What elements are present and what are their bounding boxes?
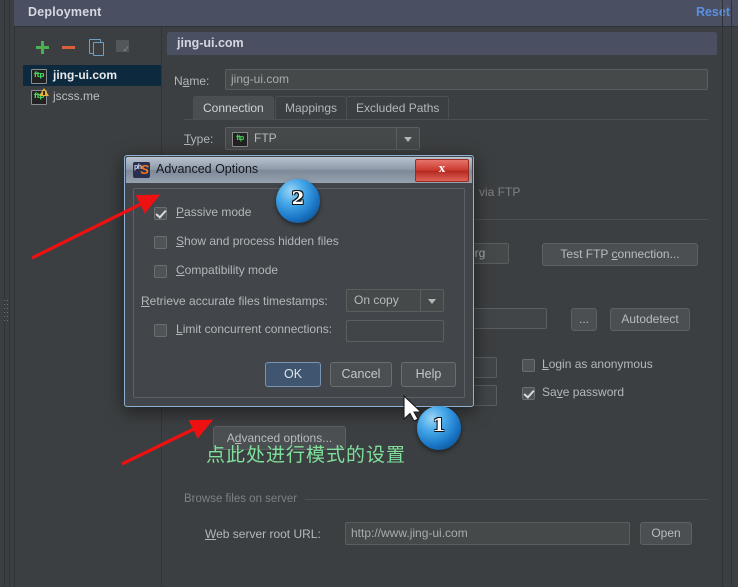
limit-connections-label[interactable]: Limit concurrent connections: [176, 322, 332, 336]
compatibility-mode-checkbox[interactable] [154, 265, 167, 278]
chevron-down-icon[interactable] [396, 128, 419, 149]
tab-excluded-paths[interactable]: Excluded Paths [346, 96, 450, 119]
autodetect-button[interactable]: Autodetect [610, 308, 690, 331]
server-list: ftp jing-ui.com ftp jscss.me [23, 65, 161, 107]
close-icon[interactable] [415, 159, 469, 182]
compatibility-mode-label[interactable]: Compatibility mode [176, 263, 278, 277]
browse-section-label: Browse files on server [184, 493, 298, 505]
hidden-files-label[interactable]: Show and process hidden files [176, 234, 339, 248]
copy-icon [89, 39, 104, 56]
type-value: FTP [254, 131, 277, 145]
step-badge-1-number: 1 [432, 415, 446, 436]
minus-icon [62, 46, 75, 49]
server-item-jscss[interactable]: ftp jscss.me [23, 86, 161, 107]
detail-card-header: jing-ui.com [167, 32, 717, 55]
chevron-down-icon[interactable] [420, 290, 443, 311]
type-select[interactable]: ftp FTP [225, 127, 420, 150]
phpstorm-icon: ph S [133, 162, 150, 178]
test-connection-button[interactable]: Test FTP connection... [542, 243, 698, 266]
server-item-label: jing-ui.com [53, 68, 117, 82]
limit-connections-input[interactable] [346, 320, 444, 342]
limit-connections-checkbox[interactable] [154, 324, 167, 337]
right-edge-line-1 [722, 0, 723, 587]
name-input[interactable]: jing-ui.com [225, 69, 708, 90]
left-splitter-strip [0, 0, 15, 587]
annotation-note: 点此处进行模式的设置 [206, 444, 407, 466]
name-label: Name: [174, 74, 210, 88]
copy-server-button[interactable] [85, 37, 107, 57]
strip-line-1 [4, 0, 5, 587]
hidden-files-checkbox[interactable] [154, 236, 167, 249]
timestamps-select[interactable]: On copy [346, 289, 444, 312]
save-password-checkbox[interactable] [522, 387, 535, 400]
step-badge-1: 1 [417, 406, 461, 450]
web-root-label: Web server root URL: [205, 527, 321, 541]
detail-card-title: jing-ui.com [177, 36, 244, 50]
server-item-jing-ui[interactable]: ftp jing-ui.com [23, 65, 161, 86]
type-label: Type: [184, 132, 214, 146]
timestamps-value: On copy [354, 293, 399, 307]
section-divider [462, 219, 708, 220]
tab-underline [184, 119, 708, 120]
upload-hint-text: via FTP [479, 185, 521, 199]
web-root-input[interactable]: http://www.jing-ui.com [345, 522, 630, 545]
step-badge-2-number: 2 [291, 188, 305, 209]
timestamps-label: Retrieve accurate files timestamps: [141, 294, 328, 308]
open-button[interactable]: Open [640, 522, 692, 545]
add-server-button[interactable] [33, 37, 55, 57]
passive-mode-label[interactable]: Passive mode [176, 205, 251, 219]
login-anonymous-label[interactable]: Login as anonymous [542, 357, 653, 371]
remove-server-button[interactable] [59, 37, 81, 57]
ok-button[interactable]: OK [265, 362, 321, 387]
window-title-bar: Deployment Reset [14, 0, 738, 27]
reset-link[interactable]: Reset [696, 5, 730, 19]
tab-mappings[interactable]: Mappings [275, 96, 348, 119]
right-edge-line-2 [731, 0, 732, 587]
splitter-handle[interactable] [4, 300, 10, 328]
save-password-label[interactable]: Save password [542, 385, 624, 399]
browse-section-divider [305, 499, 708, 500]
plus-icon [36, 41, 49, 54]
cancel-button[interactable]: Cancel [330, 362, 392, 387]
page-title: Deployment [28, 5, 102, 19]
tab-connection[interactable]: Connection [193, 96, 274, 119]
app-root: Deployment Reset ftp jing-ui.com [0, 0, 738, 587]
ftp-icon: ftp [232, 132, 248, 147]
help-button[interactable]: Help [401, 362, 456, 387]
login-anonymous-checkbox[interactable] [522, 359, 535, 372]
ftp-icon: ftp [31, 69, 47, 84]
passive-mode-checkbox[interactable] [154, 207, 167, 220]
permissions-icon [116, 40, 130, 55]
permissions-button[interactable] [113, 37, 135, 57]
step-badge-2: 2 [276, 179, 320, 223]
dialog-title: Advanced Options [156, 162, 259, 176]
server-item-label: jscss.me [53, 89, 100, 103]
warning-icon [39, 88, 49, 96]
strip-line-2 [9, 0, 10, 587]
browse-button[interactable]: ... [571, 308, 597, 331]
